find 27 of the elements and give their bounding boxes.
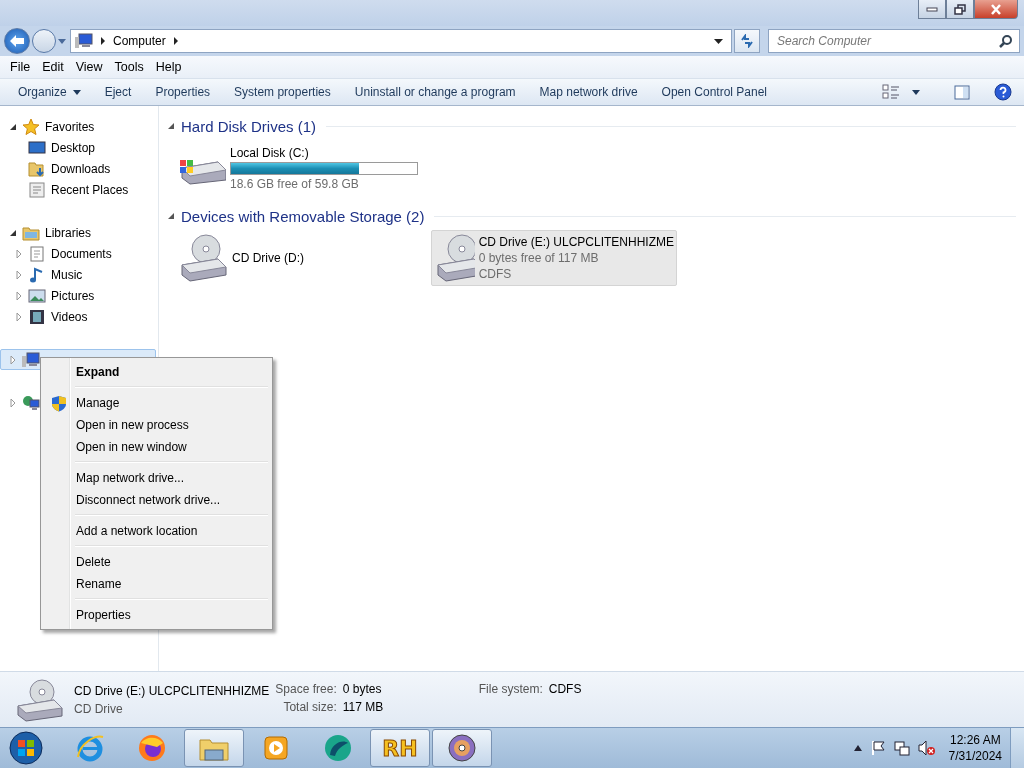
clock-time: 12:26 AM — [949, 733, 1001, 747]
nav-label: Favorites — [45, 119, 95, 134]
nav-label: Music — [51, 267, 83, 282]
nav-label: Videos — [51, 309, 88, 324]
item-name: CD Drive (E:) ULCPCLITENHHIZME — [74, 683, 270, 698]
group-heading: Hard Disk Drives (1) — [181, 117, 316, 135]
property-label: Space free: — [275, 682, 337, 696]
drive-name: CD Drive (D:) — [232, 251, 304, 265]
property-label: Total size: — [282, 700, 337, 714]
property-value: 117 MB — [342, 700, 385, 714]
property-value: 0 bytes — [342, 682, 383, 696]
nav-label: Downloads — [51, 161, 111, 176]
property-value: CDFS — [548, 682, 582, 696]
drive-space: 18.6 GB free of 59.8 GB — [230, 176, 360, 191]
nav-label: Desktop — [51, 140, 96, 155]
nav-label: Documents — [51, 246, 112, 261]
drive-name: CD Drive (E:) ULCPCLITENHHIZME — [478, 235, 674, 249]
drive-space: 0 bytes free of 117 MB — [478, 251, 600, 265]
clock-date: 7/31/2024 — [948, 749, 1002, 763]
nav-label: Pictures — [51, 288, 95, 303]
file-system: CDFS — [478, 267, 513, 281]
group-heading: Devices with Removable Storage (2) — [181, 207, 425, 225]
nav-label: Libraries — [45, 225, 92, 240]
property-label: File system: — [478, 682, 543, 696]
nav-label: Recent Places — [51, 182, 129, 197]
item-type: CD Drive — [74, 701, 124, 716]
drive-name: Local Disk (C:) — [230, 145, 310, 160]
